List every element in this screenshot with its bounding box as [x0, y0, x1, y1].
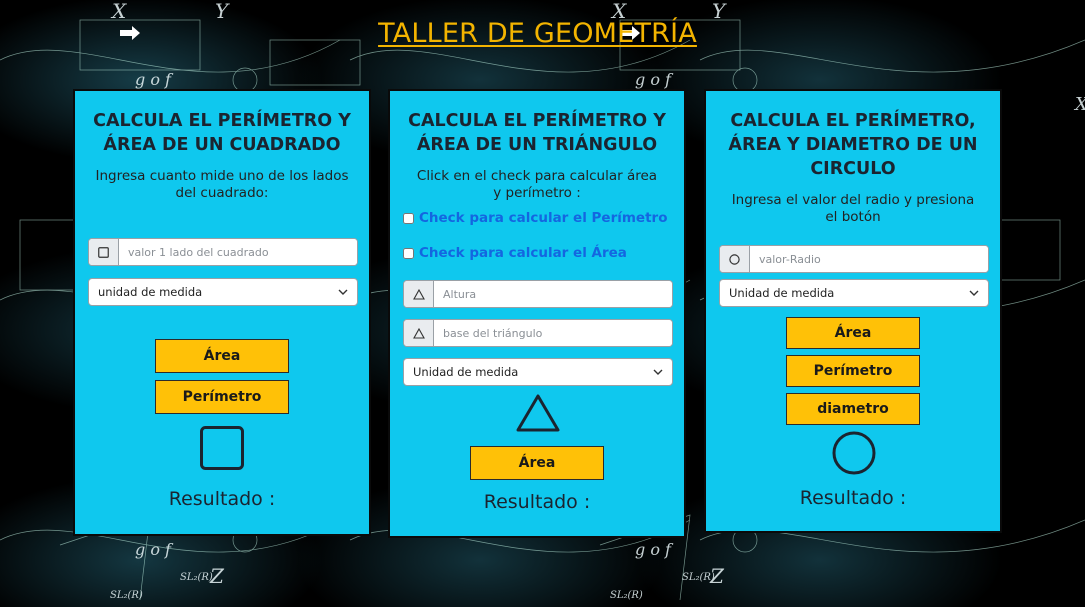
- triangle-height-input[interactable]: [434, 281, 672, 307]
- page-title: TALLER DE GEOMETRÍA: [378, 18, 697, 49]
- svg-text:SL₂(R): SL₂(R): [682, 572, 715, 583]
- square-card-instructions: Ingresa cuanto mide uno de los lados del…: [95, 168, 349, 201]
- svg-text:X: X: [1073, 94, 1085, 115]
- circle-perimeter-button[interactable]: Perímetro: [786, 355, 920, 387]
- area-check-label: Check para calcular el Área: [419, 245, 627, 261]
- square-unit-select-value: unidad de medida: [98, 285, 203, 299]
- perimeter-checkbox[interactable]: [403, 212, 414, 224]
- chevron-down-icon: [653, 369, 663, 375]
- square-area-button[interactable]: Área: [155, 339, 289, 373]
- circle-calculator-card: CALCULA EL PERÍMETRO, ÁREA Y DIAMETRO DE…: [704, 89, 1002, 533]
- square-side-input-group: [88, 238, 358, 266]
- circle-diameter-button[interactable]: diametro: [786, 393, 920, 425]
- triangle-result-label: Resultado :: [483, 491, 591, 513]
- svg-text:g o f: g o f: [135, 70, 174, 89]
- svg-text:SL₂(R): SL₂(R): [110, 590, 143, 601]
- triangle-unit-select-value: Unidad de medida: [413, 365, 519, 379]
- circle-unit-select[interactable]: Unidad de medida: [719, 279, 989, 307]
- triangle-unit-select[interactable]: Unidad de medida: [403, 358, 673, 386]
- area-check-row[interactable]: Check para calcular el Área: [403, 245, 627, 261]
- triangle-card-heading: CALCULA EL PERÍMETRO Y ÁREA DE UN TRIÁNG…: [408, 111, 666, 155]
- svg-text:SL₂(R): SL₂(R): [610, 590, 643, 601]
- triangle-icon: [404, 281, 434, 307]
- triangle-icon: [404, 320, 434, 346]
- area-checkbox[interactable]: [403, 247, 414, 259]
- circle-radius-input[interactable]: [750, 246, 988, 272]
- circle-unit-select-value: Unidad de medida: [729, 286, 835, 300]
- square-perimeter-button[interactable]: Perímetro: [155, 380, 289, 414]
- perimeter-check-label: Check para calcular el Perímetro: [419, 210, 668, 226]
- circle-result-label: Resultado :: [799, 487, 907, 509]
- circle-area-button[interactable]: Área: [786, 317, 920, 349]
- triangle-base-input-group: [403, 319, 673, 347]
- square-unit-select[interactable]: unidad de medida: [88, 278, 358, 306]
- triangle-card-instructions: Click en el check para calcular área y p…: [416, 168, 658, 201]
- triangle-area-button[interactable]: Área: [470, 446, 604, 480]
- svg-text:g o f: g o f: [135, 540, 174, 559]
- square-card-heading: CALCULA EL PERÍMETRO Y ÁREA DE UN CUADRA…: [93, 111, 351, 155]
- square-icon: [89, 239, 119, 265]
- circle-radius-input-group: [719, 245, 989, 273]
- svg-text:g o f: g o f: [635, 540, 674, 559]
- square-side-input[interactable]: [119, 239, 357, 265]
- chevron-down-icon: [338, 289, 348, 295]
- triangle-shape-icon: [515, 393, 561, 437]
- square-calculator-card: CALCULA EL PERÍMETRO Y ÁREA DE UN CUADRA…: [73, 89, 371, 536]
- triangle-calculator-card: CALCULA EL PERÍMETRO Y ÁREA DE UN TRIÁNG…: [388, 89, 686, 538]
- svg-text:SL₂(R): SL₂(R): [180, 572, 213, 583]
- chevron-down-icon: [969, 290, 979, 296]
- circle-card-instructions: Ingresa el valor del radio y presiona el…: [731, 192, 975, 225]
- svg-text:g o f: g o f: [635, 70, 674, 89]
- circle-icon: [720, 246, 750, 272]
- square-result-label: Resultado :: [168, 488, 276, 510]
- perimeter-check-row[interactable]: Check para calcular el Perímetro: [403, 210, 667, 226]
- triangle-base-input[interactable]: [434, 320, 672, 346]
- triangle-height-input-group: [403, 280, 673, 308]
- circle-card-heading: CALCULA EL PERÍMETRO, ÁREA Y DIAMETRO DE…: [728, 111, 978, 179]
- circle-shape-icon: [832, 431, 876, 479]
- square-shape-icon: [200, 426, 244, 474]
